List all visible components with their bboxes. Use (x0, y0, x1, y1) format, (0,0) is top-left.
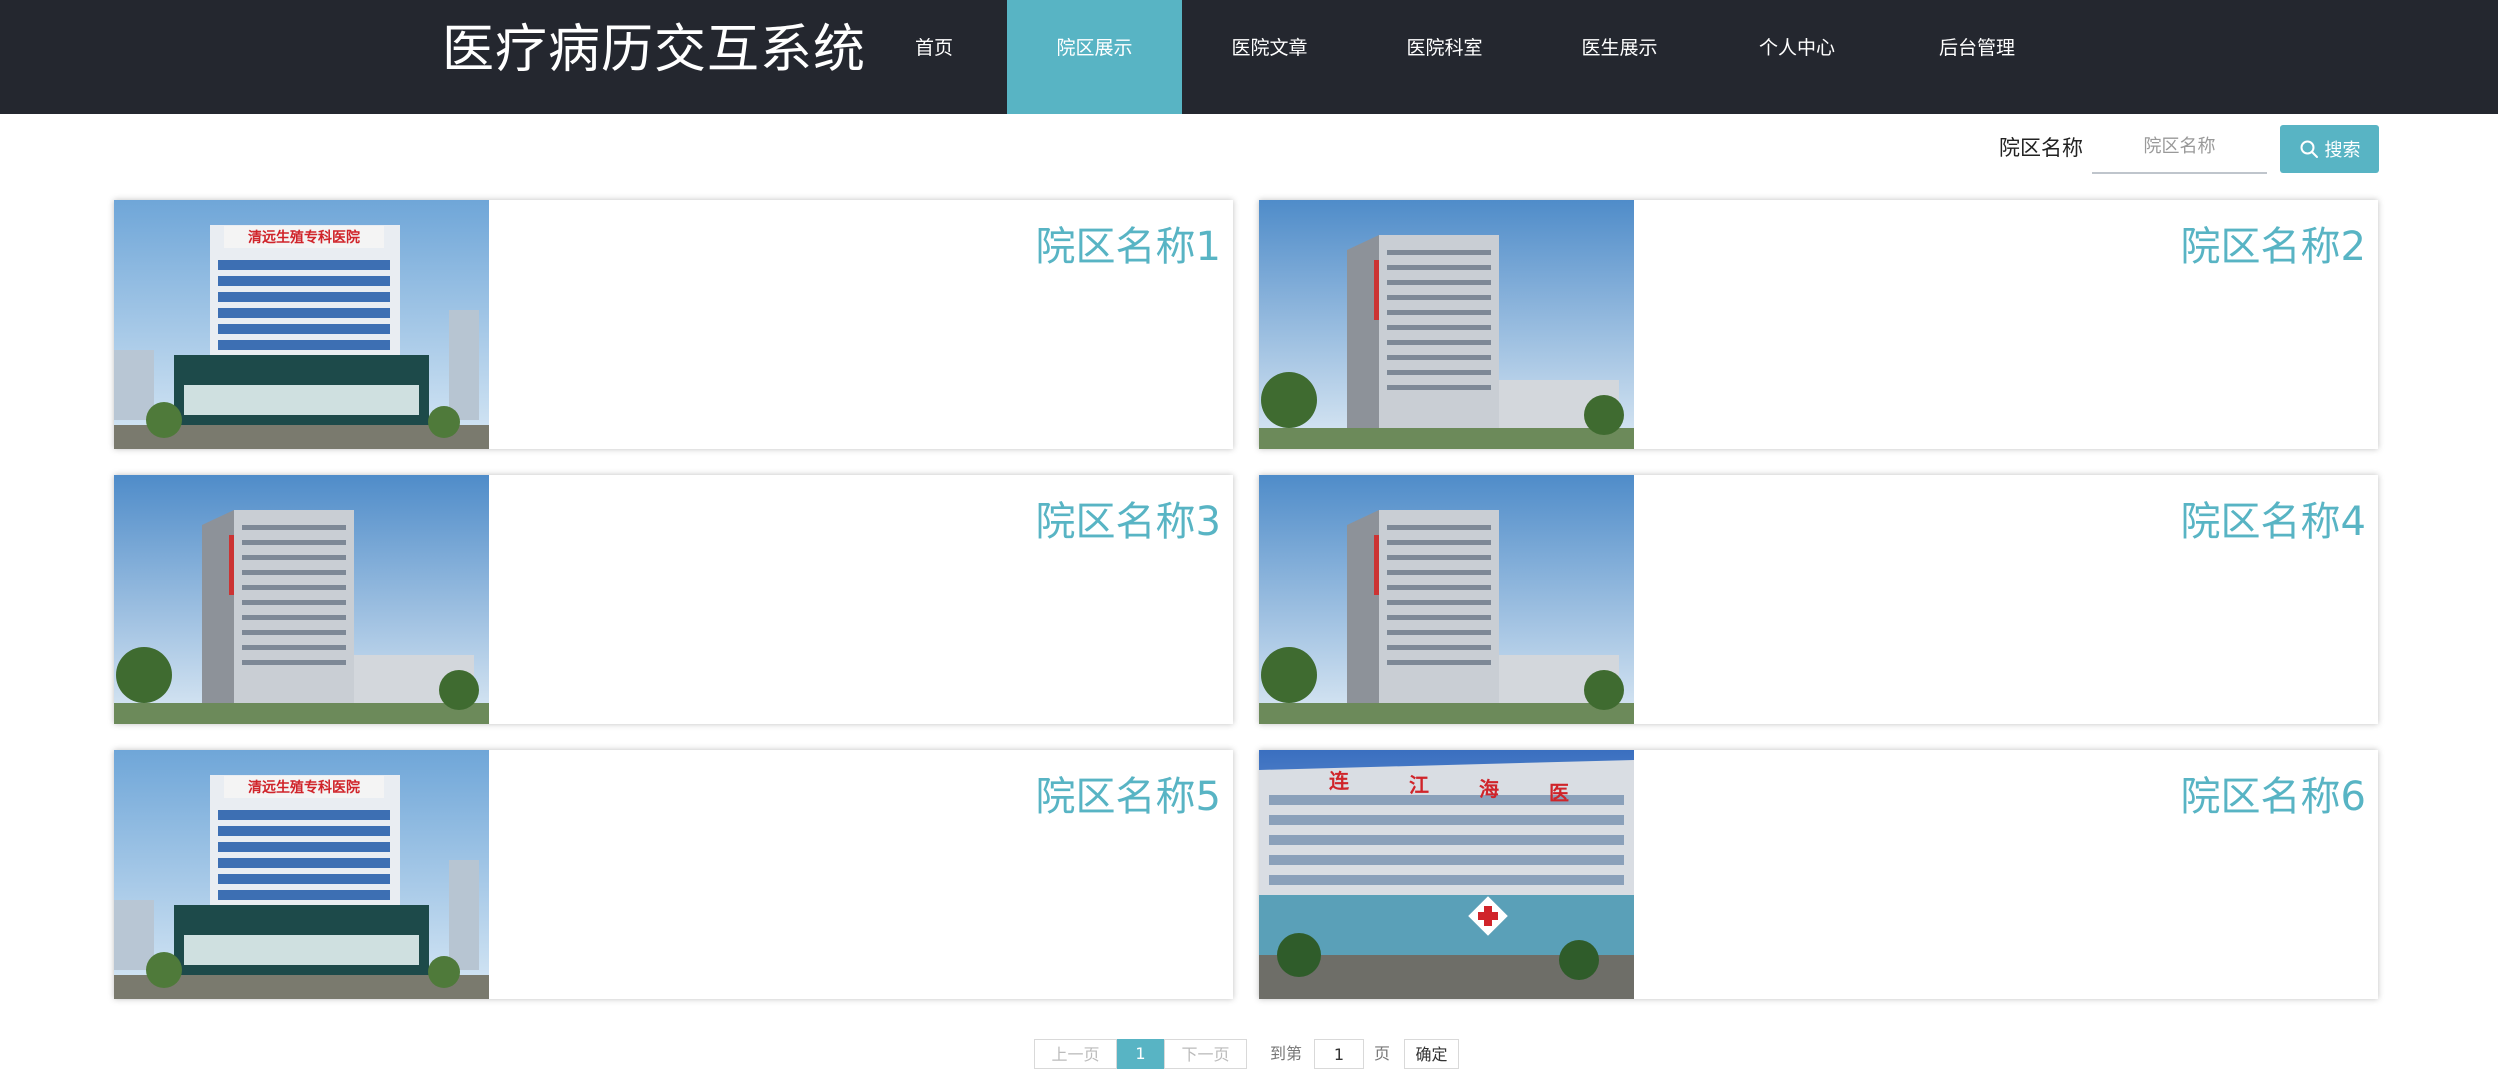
pagination: 上一页 1 下一页 到第 1 页 确定 (0, 1039, 2498, 1069)
campus-card-5[interactable]: 清远生殖专科医院 院区名称5 (114, 750, 1233, 999)
nav-item-articles[interactable]: 医院文章 (1182, 0, 1357, 114)
svg-text:连: 连 (1329, 769, 1350, 793)
search-button-label: 搜索 (2324, 140, 2361, 161)
campus-name: 院区名称6 (2180, 774, 2366, 820)
goto-label: 到第 (1269, 1044, 1302, 1063)
search-label: 院区名称 (1999, 136, 2083, 160)
campus-card-6[interactable]: 连 江 海 医 院区名称6 (1259, 750, 2378, 999)
campus-name: 院区名称4 (2180, 499, 2366, 545)
nav-item-home[interactable]: 首页 (884, 0, 984, 114)
campus-name: 院区名称3 (1035, 499, 1221, 545)
campus-photo (114, 475, 489, 724)
prev-page-button[interactable]: 上一页 (1034, 1039, 1117, 1069)
campus-photo (1259, 200, 1634, 449)
search-input[interactable] (2092, 126, 2267, 174)
page-unit-label: 页 (1373, 1044, 1390, 1063)
nav-item-campus[interactable]: 院区展示 (1007, 0, 1182, 114)
campus-card-3[interactable]: 院区名称3 (114, 475, 1233, 724)
top-navbar: 医疗病历交互系统 首页 院区展示 医院文章 医院科室 医生展示 个人中心 后台管… (0, 0, 2498, 114)
campus-card-4[interactable]: 院区名称4 (1259, 475, 2378, 724)
search-icon (2300, 140, 2318, 158)
campus-photo: 连江海医 (1259, 750, 1634, 999)
campus-photo: 清远生殖专科医院 (114, 750, 489, 999)
svg-text:清远生殖专科医院: 清远生殖专科医院 (248, 779, 360, 796)
campus-name: 院区名称1 (1035, 224, 1221, 270)
campus-photo: 清远生殖专科医院 (114, 200, 489, 449)
nav-item-departments[interactable]: 医院科室 (1357, 0, 1532, 114)
main-nav: 首页 院区展示 医院文章 医院科室 医生展示 个人中心 后台管理 (0, 0, 2498, 114)
search-button[interactable]: 搜索 (2280, 125, 2379, 173)
nav-item-profile[interactable]: 个人中心 (1707, 0, 1887, 114)
svg-text:海: 海 (1479, 777, 1499, 801)
page-number-input[interactable]: 1 (1314, 1039, 1364, 1069)
campus-photo (1259, 475, 1634, 724)
svg-text:江: 江 (1409, 773, 1429, 797)
campus-card-1[interactable]: 清远生殖专科医院 院区名称1 (114, 200, 1233, 449)
nav-item-admin[interactable]: 后台管理 (1887, 0, 2067, 114)
nav-item-doctors[interactable]: 医生展示 (1532, 0, 1707, 114)
svg-text:医: 医 (1549, 781, 1569, 805)
campus-name: 院区名称5 (1035, 774, 1221, 820)
current-page-button[interactable]: 1 (1117, 1039, 1164, 1069)
next-page-button[interactable]: 下一页 (1164, 1039, 1247, 1069)
confirm-page-button[interactable]: 确定 (1404, 1039, 1459, 1069)
svg-text:清远生殖专科医院: 清远生殖专科医院 (248, 229, 360, 246)
campus-card-2[interactable]: 院区名称2 (1259, 200, 2378, 449)
campus-name: 院区名称2 (2180, 224, 2366, 270)
